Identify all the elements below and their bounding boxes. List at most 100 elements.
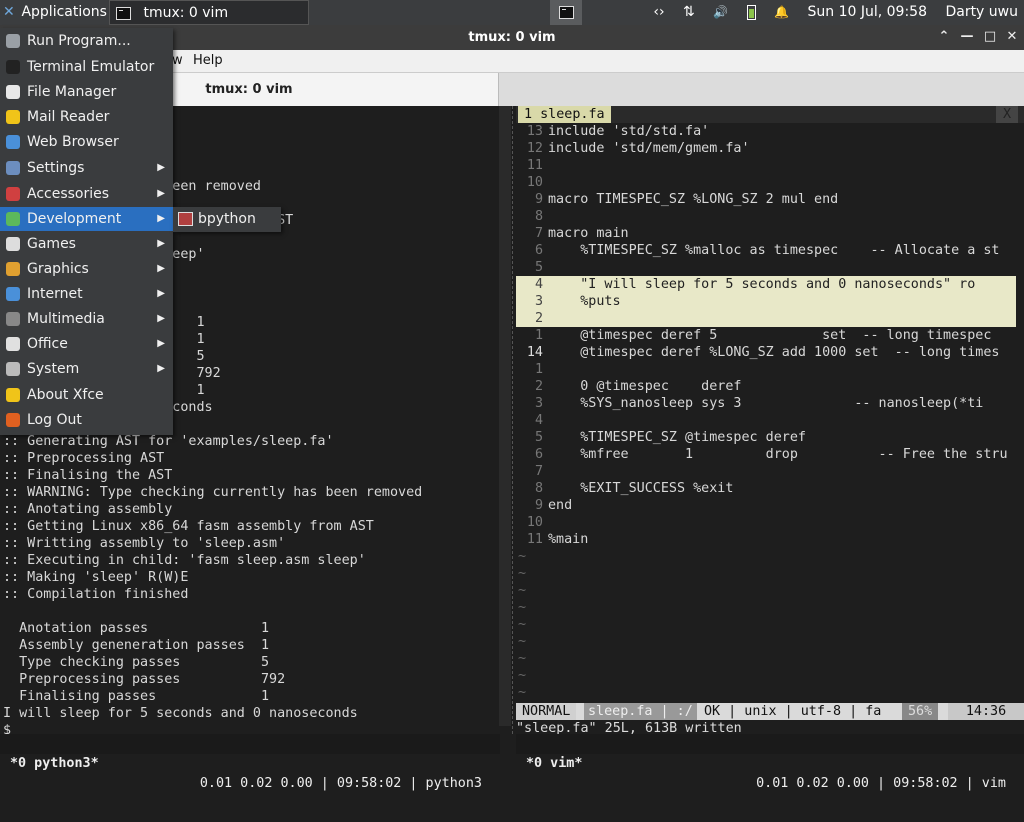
vim-line: 4 "I will sleep for 5 seconds and 0 nano… — [516, 276, 1016, 293]
vim-empty-line-marker: ~ — [518, 549, 527, 564]
transfer-icon[interactable]: ⇅ — [683, 4, 695, 20]
menu-item-label: Settings — [27, 160, 85, 176]
vim-line-text: %SYS_nanosleep sys 3 -- nanosleep(*ti — [548, 396, 984, 411]
terminal-line: :: Getting Linux x86_64 fasm assembly fr… — [3, 519, 374, 534]
vim-line: 11 %main — [516, 531, 1016, 548]
tmux-window-vim[interactable]: *0 vim* — [526, 754, 582, 774]
vim-line-number: 10 — [526, 175, 543, 190]
roll-up-button[interactable]: ⌃ — [934, 27, 954, 47]
vim-line-number: 12 — [526, 141, 543, 156]
vim-line: 1 @timespec deref 5 set -- long timespec — [516, 327, 1016, 344]
vim-line-text: %puts — [548, 294, 621, 309]
xfce-logo-icon: ✕ — [3, 4, 15, 20]
vim-line: 7 macro main — [516, 225, 1016, 242]
office-icon — [6, 337, 20, 351]
menu-item-about-xfce[interactable]: About Xfce — [0, 383, 173, 407]
close-button[interactable]: ✕ — [1002, 27, 1022, 47]
menu-item-development[interactable]: Development ▶ — [0, 207, 173, 231]
vim-tab-sleep-fa[interactable]: 1 sleep.fa — [518, 106, 611, 123]
vim-line: 13 include 'std/std.fa' — [516, 123, 1016, 140]
menu-item-label: Web Browser — [27, 134, 119, 150]
maximize-button[interactable]: □ — [980, 27, 1000, 47]
right-pane-vim[interactable]: 1 sleep.fa X 13 include 'std/std.fa' 12 inc… — [516, 106, 1024, 736]
vim-line: 6 %mfree 1 drop -- Free the stru — [516, 446, 1016, 463]
vim-line-number: 7 — [534, 226, 543, 241]
pane-divider[interactable] — [512, 106, 514, 734]
star-icon — [6, 388, 20, 402]
vim-empty-line-marker: ~ — [518, 668, 527, 683]
terminal-line: :: Making 'sleep' R(W)E — [3, 570, 189, 585]
menu-item-games[interactable]: Games ▶ — [0, 232, 173, 256]
menu-view[interactable]: w — [172, 53, 183, 68]
vim-empty-line-marker: ~ — [518, 651, 527, 666]
vim-line-number: 3 — [534, 396, 543, 411]
menu-item-mail-reader[interactable]: Mail Reader — [0, 105, 173, 129]
menu-item-system[interactable]: System ▶ — [0, 357, 173, 381]
menu-item-terminal-emulator[interactable]: Terminal Emulator — [0, 55, 173, 79]
accessories-icon — [6, 187, 20, 201]
menu-item-internet[interactable]: Internet ▶ — [0, 282, 173, 306]
taskbar-window-button[interactable]: tmux: 0 vim — [109, 0, 309, 25]
vim-line-text: include 'std/std.fa' — [548, 124, 710, 139]
volume-icon[interactable]: 🔊 — [713, 5, 728, 19]
vim-empty-line-marker: ~ — [518, 685, 527, 700]
vim-line: 3 %puts — [516, 293, 1016, 310]
vim-tabline: 1 sleep.fa X — [516, 106, 1024, 123]
vim-line-number: 11 — [526, 532, 543, 547]
submenu-arrow-icon: ▶ — [157, 188, 165, 199]
vim-line: 12 include 'std/mem/gmem.fa' — [516, 140, 1016, 157]
menu-item-multimedia[interactable]: Multimedia ▶ — [0, 307, 173, 331]
notification-bell-icon[interactable]: 🔔 — [774, 5, 789, 19]
menu-item-accessories[interactable]: Accessories ▶ — [0, 182, 173, 206]
clock[interactable]: Sun 10 Jul, 09:58 — [808, 4, 928, 20]
vim-filename: sleep.fa | :/ — [584, 703, 697, 720]
network-icon[interactable]: ‹› — [653, 4, 664, 20]
user-name[interactable]: Darty uwu — [945, 4, 1018, 20]
vim-line-number: 3 — [534, 294, 543, 309]
tmux-status-right-vim: 0.01 0.02 0.00 | 09:58:02 | vim — [756, 776, 1006, 791]
terminal-line: :: Writting assembly to 'sleep.asm' — [3, 536, 286, 551]
battery-icon[interactable] — [746, 4, 756, 20]
vim-tab-close[interactable]: X — [996, 106, 1018, 123]
menu-item-label: Multimedia — [27, 311, 105, 327]
vim-line-text: @timespec deref %LONG_SZ add 1000 set --… — [548, 345, 1000, 360]
vim-line-text: macro TIMESPEC_SZ %LONG_SZ 2 mul end — [548, 192, 839, 207]
top-panel: ✕ Applications tmux: 0 vim ‹› ⇅ 🔊 🔔 Sun … — [0, 0, 1024, 25]
menu-item-log-out[interactable]: Log Out — [0, 408, 173, 432]
workspace-switcher[interactable] — [550, 0, 582, 25]
vim-line: 14 @timespec deref %LONG_SZ add 1000 set… — [516, 344, 1016, 361]
terminal-line: Type checking passes 5 — [3, 655, 270, 670]
vim-line: 6 %TIMESPEC_SZ %malloc as timespec -- Al… — [516, 242, 1016, 259]
menu-item-label: Internet — [27, 286, 83, 302]
tmux-window-python3[interactable]: *0 python3* — [10, 754, 99, 774]
left-pane-scrollbar[interactable] — [499, 106, 511, 726]
menu-item-web-browser[interactable]: Web Browser — [0, 130, 173, 154]
menu-item-label: Accessories — [27, 186, 110, 202]
menu-item-graphics[interactable]: Graphics ▶ — [0, 257, 173, 281]
terminal-line: :: Compilation finished — [3, 587, 189, 602]
terminal-line: I will sleep for 5 seconds and 0 nanosec… — [3, 706, 358, 721]
submenu-arrow-icon: ▶ — [157, 263, 165, 274]
menu-help[interactable]: Help — [193, 53, 223, 68]
vim-line: 2 — [516, 310, 1016, 327]
vim-line-text: 0 @timespec deref — [548, 379, 742, 394]
menu-item-label: Mail Reader — [27, 109, 110, 125]
menu-item-run-program[interactable]: Run Program... — [0, 29, 173, 53]
terminal-line: :: Preprocessing AST — [3, 451, 165, 466]
tmux-status-left-pane: *0 python3* 0.01 0.02 0.00 | 09:58:02 | … — [0, 734, 500, 791]
vim-line: 8 — [516, 208, 1016, 225]
globe-icon — [6, 135, 20, 149]
applications-menu-button[interactable]: ✕ Applications — [0, 0, 107, 25]
vim-line: 4 — [516, 412, 1016, 429]
menu-item-settings[interactable]: Settings ▶ — [0, 156, 173, 180]
vim-line-number: 6 — [534, 243, 543, 258]
menu-item-office[interactable]: Office ▶ — [0, 332, 173, 356]
menu-item-file-manager[interactable]: File Manager — [0, 80, 173, 104]
terminal-tab-label: tmux: 0 vim — [205, 82, 293, 97]
vim-line-text: %TIMESPEC_SZ @timespec deref — [548, 430, 806, 445]
submenu-arrow-icon: ▶ — [157, 162, 165, 173]
terminal-line: :: WARNING: Type checking currently has … — [3, 485, 423, 500]
minimize-button[interactable]: — — [957, 27, 977, 47]
menu-item-label: Graphics — [27, 261, 89, 277]
vim-line: 9 macro TIMESPEC_SZ %LONG_SZ 2 mul end — [516, 191, 1016, 208]
